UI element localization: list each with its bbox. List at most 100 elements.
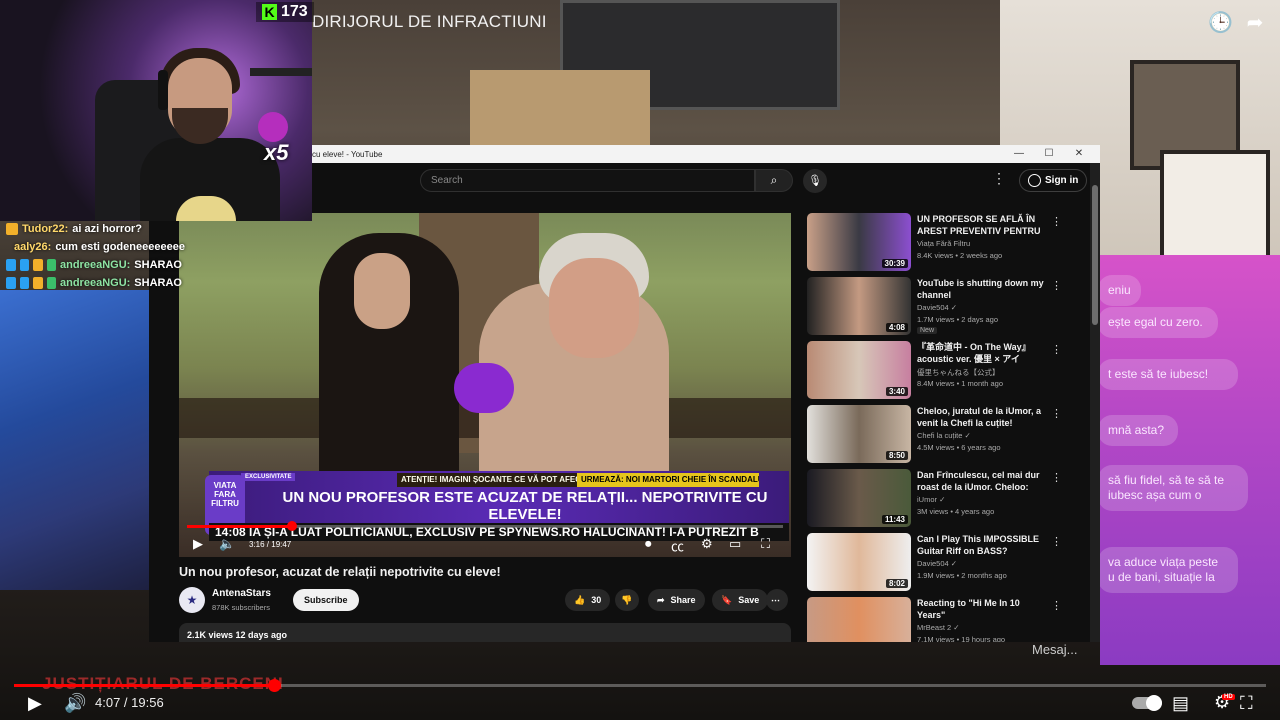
more-actions-icon[interactable]: ⋯ (766, 589, 788, 611)
suggestion-thumbnail[interactable]: 30:39 (807, 213, 911, 271)
chat-username: aaly26: (14, 241, 52, 253)
player-scrubber[interactable] (286, 521, 297, 531)
suggestion-channel[interactable]: Chefi la cuțite ✓ (917, 431, 971, 440)
suggestion-thumbnail[interactable]: 8:50 (807, 405, 911, 463)
scene-reporter-face (354, 253, 410, 329)
suggestion-thumbnail[interactable] (807, 597, 911, 642)
suggestion-channel[interactable]: Viața Fără Filtru (917, 239, 970, 248)
share-button[interactable]: ➦ Share (648, 589, 705, 611)
suggestion-channel[interactable]: 優里ちゃんねる【公式】 (917, 367, 1000, 378)
suggestion-title[interactable]: 『革命道中 - On The Way』 acoustic ver. 優里 × ア… (917, 341, 1045, 365)
suggestion-channel[interactable]: Davie504 ✓ (917, 559, 957, 568)
volume-icon[interactable]: 🔈 (219, 536, 235, 552)
suggestion-item[interactable]: 11:43 Dan Frînculescu, cel mai dur roast … (807, 469, 1067, 533)
subtitles-icon[interactable]: ▤ (1172, 693, 1189, 714)
fullscreen-icon[interactable]: ⛶ (1240, 693, 1253, 714)
sign-in-button[interactable]: Sign in (1019, 169, 1088, 192)
settings-icon[interactable]: ⚙ (701, 536, 713, 552)
autoplay-toggle[interactable] (1132, 695, 1162, 711)
suggestion-item[interactable]: 8:02 Can I Play This IMPOSSIBLE Guitar Ri… (807, 533, 1067, 597)
scene-microphone (454, 363, 514, 413)
backdrop-frame (1160, 150, 1270, 260)
suggestion-title[interactable]: Can I Play This IMPOSSIBLE Guitar Riff o… (917, 533, 1045, 557)
suggestion-menu-icon[interactable]: ⋮ (1051, 535, 1062, 548)
backdrop-phone-chat: eniu ește egal cu zero. t este să te iub… (1098, 255, 1280, 665)
chat-text: SHARAO (134, 259, 182, 271)
suggestion-item[interactable]: 30:39 UN PROFESOR SE AFLĂ ÎN AREST PREVEN… (807, 213, 1067, 277)
fullscreen-icon[interactable]: ⛶ (761, 536, 770, 552)
description-box[interactable]: 2.1K views 12 days ago (179, 623, 791, 642)
suggestion-menu-icon[interactable]: ⋮ (1051, 343, 1062, 356)
suggestion-title[interactable]: Cheloo, juratul de la iUmor, a venit la … (917, 405, 1045, 429)
maximize-button[interactable]: ☐ (1034, 145, 1064, 163)
like-count: 30 (591, 595, 602, 605)
suggestion-duration: 8:50 (885, 451, 908, 460)
like-button[interactable]: 👍 30 (565, 589, 611, 611)
suggestion-title[interactable]: UN PROFESOR SE AFLĂ ÎN AREST PREVENTIV P… (917, 213, 1045, 237)
suggestion-item[interactable]: Reacting to "Hi Me In 10 Years" MrBeast 2… (807, 597, 1067, 642)
sub-badge-icon (19, 277, 29, 289)
subscribe-button[interactable]: Subscribe (293, 589, 359, 611)
autoplay-toggle-icon[interactable]: ⏺ (645, 536, 652, 552)
scrollbar-thumb[interactable] (1092, 185, 1098, 325)
video-player[interactable]: VIATA FARA FILTRU EXCLUSIVITATE ATENȚIE!… (179, 213, 791, 557)
save-button[interactable]: 🔖 Save (712, 589, 769, 611)
suggestion-channel[interactable]: iUmor ✓ (917, 495, 945, 504)
suggestions-list: 30:39 UN PROFESOR SE AFLĂ ÎN AREST PREVEN… (807, 213, 1067, 642)
suggestion-channel[interactable]: MrBeast 2 ✓ (917, 623, 960, 632)
chat-message: andreeaNGU: SHARAO (6, 256, 182, 274)
suggestion-thumbnail[interactable]: 3:40 (807, 341, 911, 399)
suggestion-menu-icon[interactable]: ⋮ (1051, 279, 1062, 292)
share-icon[interactable]: ➦ (1244, 12, 1266, 34)
suggestion-menu-icon[interactable]: ⋮ (1051, 599, 1062, 612)
search-icon[interactable]: ⌕ (755, 169, 793, 192)
minimize-button[interactable]: — (1004, 145, 1034, 163)
channel-name[interactable]: AntenaStars (212, 588, 271, 599)
scene-professor-face (549, 258, 639, 358)
suggestion-thumbnail[interactable]: 11:43 (807, 469, 911, 527)
sign-in-label: Sign in (1045, 175, 1079, 186)
scrollbar[interactable] (1090, 163, 1100, 642)
suggestion-thumbnail[interactable]: 4:08 (807, 277, 911, 335)
suggestion-item[interactable]: 3:40 『革命道中 - On The Way』 acoustic ver. 優里… (807, 341, 1067, 405)
phone-bubble: ește egal cu zero. (1098, 307, 1218, 338)
thumbs-up-icon: 👍 (574, 595, 586, 605)
cam-headphones (158, 70, 168, 110)
channel-avatar[interactable]: ★ (179, 587, 205, 613)
suggestion-menu-icon[interactable]: ⋮ (1051, 215, 1062, 228)
play-icon[interactable]: ▶ (28, 693, 42, 714)
window-title: cu eleve! - YouTube (312, 149, 383, 159)
suggestion-title[interactable]: Dan Frînculescu, cel mai dur roast de la… (917, 469, 1045, 493)
main-progress-bar[interactable] (14, 679, 1266, 692)
player-progress-bar[interactable] (187, 521, 783, 531)
search-input[interactable]: Search (420, 169, 755, 192)
chat-message: andreeaNGU: SHARAO (6, 274, 182, 292)
ticker-warning: ATENȚIE! IMAGINI ȘOCANTE CE VĂ POT AFECT… (397, 473, 577, 487)
suggestion-menu-icon[interactable]: ⋮ (1051, 471, 1062, 484)
suggestion-item[interactable]: 4:08 YouTube is shutting down my channel D… (807, 277, 1067, 341)
suggestion-title[interactable]: YouTube is shutting down my channel (917, 277, 1045, 301)
more-options-icon[interactable]: ⋮ (992, 170, 1006, 187)
theater-mode-icon[interactable]: ▭ (729, 536, 741, 552)
close-button[interactable]: ✕ (1064, 145, 1094, 163)
subscriber-count: 878K subscribers (212, 603, 270, 612)
dislike-button[interactable]: 👎 (615, 589, 639, 611)
hd-badge: HD (1222, 694, 1235, 700)
main-progress-fill (14, 684, 275, 687)
microphone-icon[interactable]: 🎙 (803, 169, 827, 193)
suggestion-channel[interactable]: Davie504 ✓ (917, 303, 957, 312)
suggestion-item[interactable]: 8:50 Cheloo, juratul de la iUmor, a venit… (807, 405, 1067, 469)
suggestion-title[interactable]: Reacting to "Hi Me In 10 Years" (917, 597, 1045, 621)
chat-message: aaly26: cum esti godeneeeeeeee (6, 238, 185, 256)
watch-later-icon[interactable]: 🕒 (1208, 12, 1233, 34)
suggestion-thumbnail[interactable]: 8:02 (807, 533, 911, 591)
volume-icon[interactable]: 🔊 (64, 693, 86, 714)
suggestion-duration: 3:40 (885, 387, 908, 396)
suggestion-menu-icon[interactable]: ⋮ (1051, 407, 1062, 420)
suggestion-meta: 3M views • 4 years ago (917, 507, 995, 516)
emote-badge-icon (33, 259, 43, 271)
play-icon[interactable]: ▶ (193, 536, 203, 552)
chat-username: andreeaNGU: (60, 259, 131, 271)
captions-icon[interactable]: ㏄ (671, 536, 684, 555)
watch-video-title: Un nou profesor, acuzat de relații nepot… (179, 565, 501, 579)
